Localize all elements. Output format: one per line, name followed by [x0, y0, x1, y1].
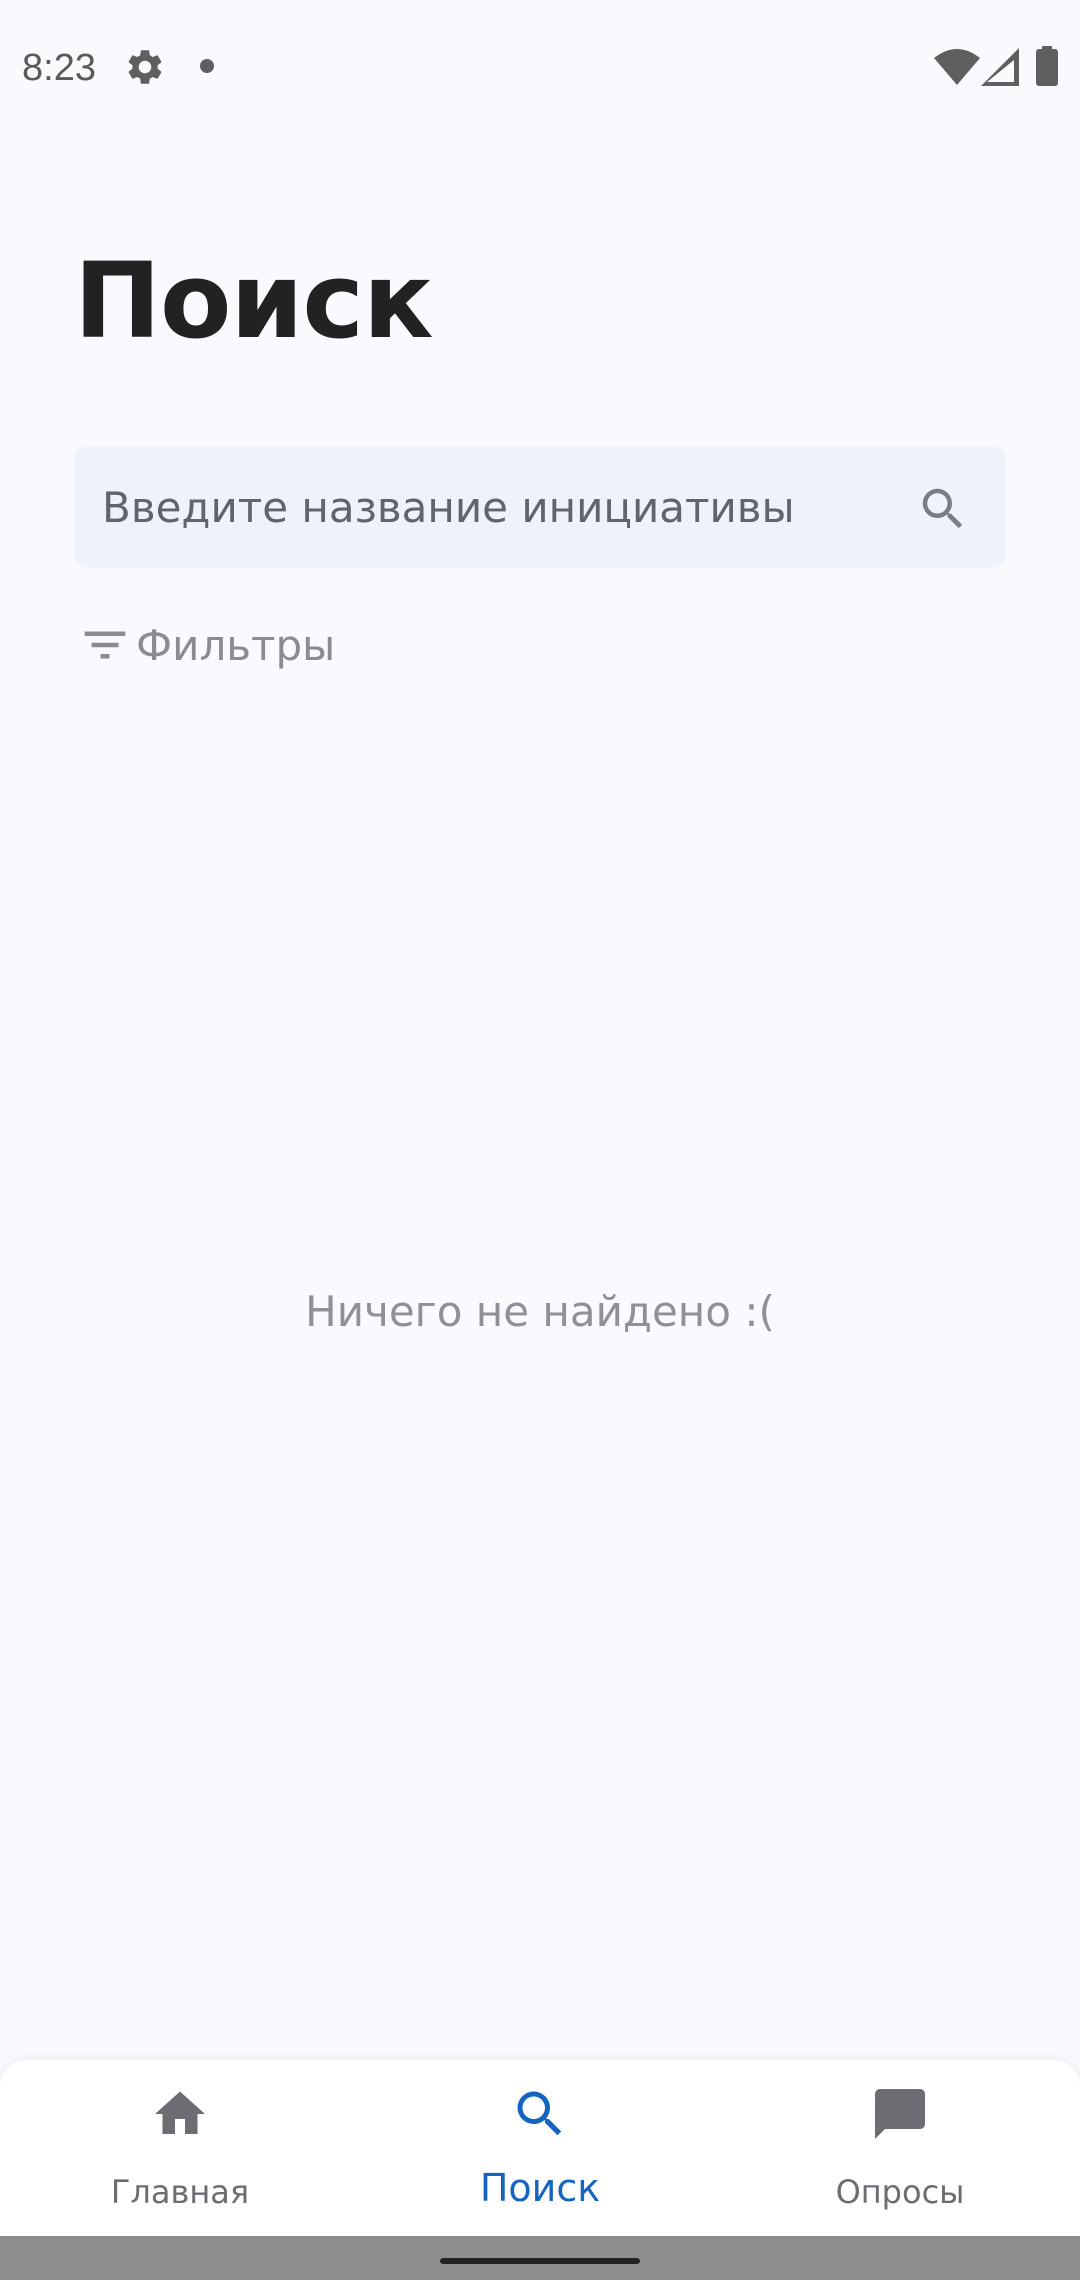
nav-item-search[interactable]: Поиск: [360, 2060, 720, 2236]
nav-label-search: Поиск: [479, 2166, 601, 2210]
nav-item-polls[interactable]: Опросы: [720, 2060, 1080, 2236]
cell-signal-icon: [981, 48, 1019, 86]
page-title: Поиск: [74, 240, 434, 362]
search-box[interactable]: [74, 446, 1006, 568]
notification-dot-icon: [200, 59, 214, 73]
search-icon[interactable]: [916, 482, 970, 536]
filters-button[interactable]: Фильтры: [78, 616, 335, 674]
search-icon: [517, 2091, 562, 2136]
gesture-handle[interactable]: [440, 2258, 640, 2264]
bottom-nav: Главная Поиск Опросы: [0, 2060, 1080, 2236]
gear-icon: [128, 50, 162, 84]
nav-label-polls: Опросы: [835, 2173, 965, 2211]
chat-icon: [875, 2089, 925, 2139]
nav-label-home: Главная: [110, 2173, 250, 2211]
status-bar: 8:23: [0, 0, 1080, 134]
status-time: 8:23: [22, 47, 96, 89]
home-icon: [155, 2091, 205, 2134]
system-navigation-bar: [0, 2236, 1080, 2280]
nav-item-home[interactable]: Главная: [0, 2060, 360, 2236]
wifi-icon: [934, 49, 980, 85]
filter-icon: [84, 631, 126, 659]
empty-state-message: Ничего не найдено :(: [305, 1287, 775, 1336]
search-input[interactable]: [102, 446, 882, 568]
filters-label: Фильтры: [136, 620, 336, 670]
battery-icon: [1036, 46, 1058, 86]
